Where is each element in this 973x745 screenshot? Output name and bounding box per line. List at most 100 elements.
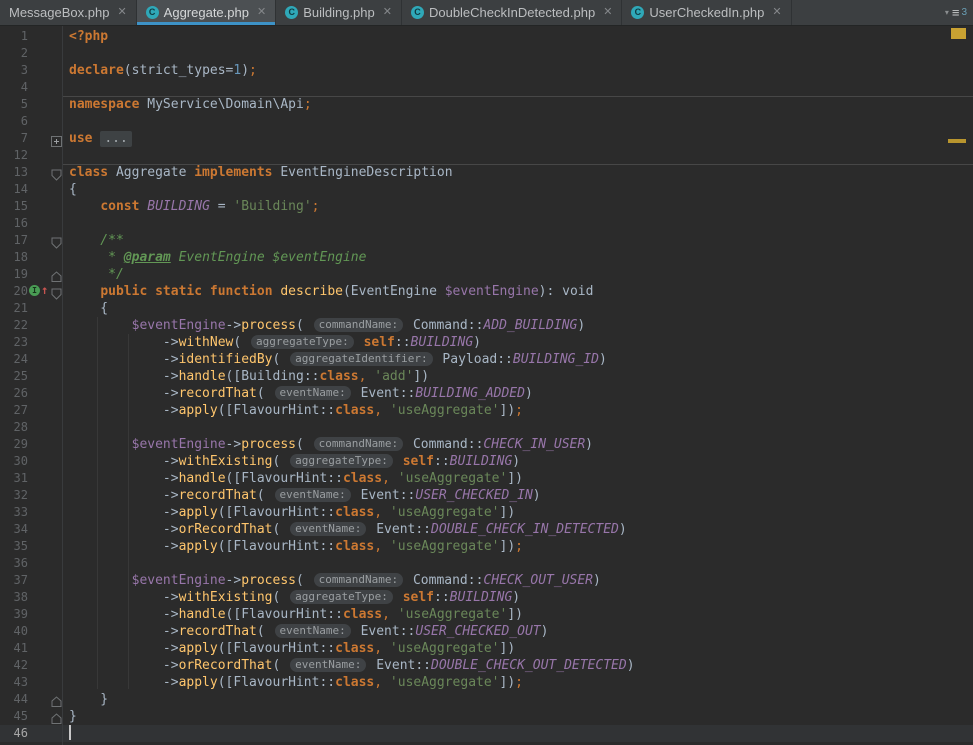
code-text: ->apply([FlavourHint::class, 'useAggrega… — [62, 402, 523, 419]
gutter: 29 — [0, 436, 62, 453]
code-line-1[interactable]: 1<?php — [0, 28, 973, 45]
code-line-12[interactable]: 12 — [0, 147, 973, 164]
line-number: 24 — [14, 352, 28, 366]
inspection-status-indicator[interactable] — [951, 28, 966, 39]
code-line-4[interactable]: 4 — [0, 79, 973, 96]
gutter: 27 — [0, 402, 62, 419]
code-line-40[interactable]: 40 ->recordThat( eventName: Event::USER_… — [0, 623, 973, 640]
code-text: ->recordThat( eventName: Event::USER_CHE… — [62, 623, 548, 640]
code-line-3[interactable]: 3declare(strict_types=1); — [0, 62, 973, 79]
code-line-45[interactable]: 45} — [0, 708, 973, 725]
code-line-17[interactable]: 17 /** — [0, 232, 973, 249]
code-line-41[interactable]: 41 ->apply([FlavourHint::class, 'useAggr… — [0, 640, 973, 657]
gutter: 36 — [0, 555, 62, 572]
close-icon[interactable]: ✕ — [603, 7, 612, 18]
code-line-42[interactable]: 42 ->orRecordThat( eventName: Event::DOU… — [0, 657, 973, 674]
code-line-15[interactable]: 15 const BUILDING = 'Building'; — [0, 198, 973, 215]
close-icon[interactable]: ✕ — [383, 7, 392, 18]
code-line-2[interactable]: 2 — [0, 45, 973, 62]
code-line-36[interactable]: 36 — [0, 555, 973, 572]
code-line-30[interactable]: 30 ->withExisting( aggregateType: self::… — [0, 453, 973, 470]
line-number: 19 — [14, 267, 28, 281]
gutter: 12 — [0, 147, 62, 164]
folded-imports-placeholder[interactable]: ... — [100, 131, 131, 147]
gutter: 6 — [0, 113, 62, 130]
tab-doublecheckindetected-php[interactable]: CDoubleCheckInDetected.php✕ — [402, 0, 622, 25]
code-text — [62, 215, 69, 232]
code-line-32[interactable]: 32 ->recordThat( eventName: Event::USER_… — [0, 487, 973, 504]
code-line-26[interactable]: 26 ->recordThat( eventName: Event::BUILD… — [0, 385, 973, 402]
code-line-29[interactable]: 29 $eventEngine->process( commandName: C… — [0, 436, 973, 453]
code-line-20[interactable]: 20I↑ public static function describe(Eve… — [0, 283, 973, 300]
code-text: ->apply([FlavourHint::class, 'useAggrega… — [62, 538, 523, 555]
code-line-33[interactable]: 33 ->apply([FlavourHint::class, 'useAggr… — [0, 504, 973, 521]
gutter: 23 — [0, 334, 62, 351]
code-line-19[interactable]: 19 */ — [0, 266, 973, 283]
tab-messagebox-php[interactable]: MessageBox.php✕ — [0, 0, 137, 25]
code-line-5[interactable]: 5namespace MyService\Domain\Api; — [0, 96, 973, 113]
close-icon[interactable]: ✕ — [117, 7, 126, 18]
line-number: 33 — [14, 505, 28, 519]
override-arrow-icon[interactable]: ↑ — [41, 283, 48, 297]
code-line-7[interactable]: 7use ... — [0, 130, 973, 147]
gutter: 25 — [0, 368, 62, 385]
tab-building-php[interactable]: C Building.php ✕ — [276, 0, 402, 25]
tab-aggregate-php[interactable]: CAggregate.php✕ — [137, 0, 277, 25]
code-line-22[interactable]: 22 $eventEngine->process( commandName: C… — [0, 317, 973, 334]
code-line-39[interactable]: 39 ->handle([FlavourHint::class, 'useAgg… — [0, 606, 973, 623]
code-line-37[interactable]: 37 $eventEngine->process( commandName: C… — [0, 572, 973, 589]
line-number: 7 — [21, 131, 28, 145]
line-number: 18 — [14, 250, 28, 264]
code-line-28[interactable]: 28 — [0, 419, 973, 436]
warning-stripe-mark[interactable] — [948, 139, 966, 143]
line-number: 34 — [14, 522, 28, 536]
code-text: ->handle([FlavourHint::class, 'useAggreg… — [62, 606, 523, 623]
code-line-6[interactable]: 6 — [0, 113, 973, 130]
gutter: 41 — [0, 640, 62, 657]
text-caret — [69, 725, 71, 740]
code-line-43[interactable]: 43 ->apply([FlavourHint::class, 'useAggr… — [0, 674, 973, 691]
parameter-hint: eventName: — [275, 386, 351, 400]
code-editor[interactable]: 1<?php23declare(strict_types=1);45namesp… — [0, 26, 973, 745]
code-line-18[interactable]: 18 * @param EventEngine $eventEngine — [0, 249, 973, 266]
line-number: 36 — [14, 556, 28, 570]
close-icon[interactable]: ✕ — [257, 7, 266, 18]
code-line-14[interactable]: 14{ — [0, 181, 973, 198]
code-line-31[interactable]: 31 ->handle([FlavourHint::class, 'useAgg… — [0, 470, 973, 487]
code-text: const BUILDING = 'Building'; — [62, 198, 320, 215]
gutter: 19 — [0, 266, 62, 283]
tab-usercheckedin-php[interactable]: CUserCheckedIn.php✕ — [622, 0, 791, 25]
code-text: } — [62, 708, 77, 725]
code-line-24[interactable]: 24 ->identifiedBy( aggregateIdentifier: … — [0, 351, 973, 368]
line-number: 45 — [14, 709, 28, 723]
php-class-icon: C — [285, 6, 298, 19]
code-text: ->handle([FlavourHint::class, 'useAggreg… — [62, 470, 523, 487]
code-line-27[interactable]: 27 ->apply([FlavourHint::class, 'useAggr… — [0, 402, 973, 419]
code-line-25[interactable]: 25 ->handle([Building::class, 'add']) — [0, 368, 973, 385]
hidden-tabs-button[interactable]: ▾ ≡ 3 — [939, 0, 973, 25]
gutter: 20I↑ — [0, 283, 62, 300]
close-icon[interactable]: ✕ — [772, 7, 781, 18]
code-line-13[interactable]: 13class Aggregate implements EventEngine… — [0, 164, 973, 181]
gutter: 34 — [0, 521, 62, 538]
code-text: $eventEngine->process( commandName: Comm… — [62, 317, 585, 334]
code-text: ->withExisting( aggregateType: self::BUI… — [62, 589, 520, 606]
php-class-icon: C — [146, 6, 159, 19]
code-line-34[interactable]: 34 ->orRecordThat( eventName: Event::DOU… — [0, 521, 973, 538]
code-line-44[interactable]: 44 } — [0, 691, 973, 708]
code-line-35[interactable]: 35 ->apply([FlavourHint::class, 'useAggr… — [0, 538, 973, 555]
tab-label: Building.php — [303, 5, 375, 20]
code-text: { — [62, 300, 108, 317]
code-line-38[interactable]: 38 ->withExisting( aggregateType: self::… — [0, 589, 973, 606]
code-line-16[interactable]: 16 — [0, 215, 973, 232]
gutter: 31 — [0, 470, 62, 487]
implements-method-icon[interactable]: I — [29, 285, 40, 296]
code-line-23[interactable]: 23 ->withNew( aggregateType: self::BUILD… — [0, 334, 973, 351]
php-class-icon: C — [411, 6, 424, 19]
parameter-hint: commandName: — [314, 318, 403, 332]
code-text: */ — [62, 266, 124, 283]
line-number: 31 — [14, 471, 28, 485]
code-line-21[interactable]: 21 { — [0, 300, 973, 317]
code-line-46[interactable]: 46 — [0, 725, 973, 742]
line-number: 26 — [14, 386, 28, 400]
